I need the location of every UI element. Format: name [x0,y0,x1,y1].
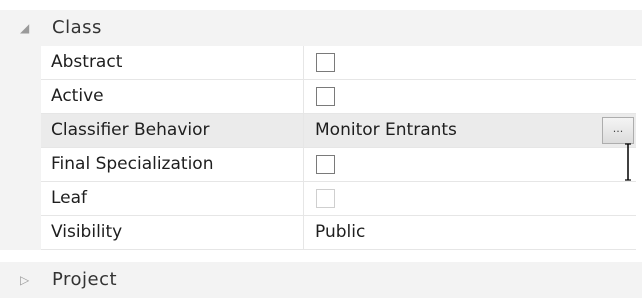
property-value-cell[interactable]: Public [304,216,636,250]
property-name-final-specialization: Final Specialization [51,154,214,174]
property-row-classifier-behavior: Classifier Behavior Monitor Entrants ... [0,114,642,148]
property-name-leaf: Leaf [51,188,88,208]
property-name-active: Active [51,86,104,106]
property-name-cell[interactable]: Abstract [41,46,304,80]
category-class[interactable]: ◢ Class [0,10,642,46]
final-specialization-checkbox[interactable] [316,155,335,174]
property-value-cell[interactable]: Monitor Entrants ... [304,114,636,148]
property-name-cell[interactable]: Final Specialization [41,148,304,182]
row-gutter [0,80,41,114]
property-name-cell[interactable]: Active [41,80,304,114]
classifier-behavior-value[interactable]: Monitor Entrants [315,114,457,147]
property-name-cell[interactable]: Visibility [41,216,304,250]
property-value-cell[interactable] [304,182,636,216]
triangle-expanded-icon[interactable]: ◢ [20,10,29,46]
property-row-visibility: Visibility Public [0,216,642,250]
category-project[interactable]: ▷ Project [0,262,642,298]
browse-button[interactable]: ... [602,117,634,144]
property-row-active: Active [0,80,642,114]
leaf-checkbox [316,189,335,208]
visibility-value[interactable]: Public [315,216,365,249]
abstract-checkbox[interactable] [316,53,335,72]
triangle-collapsed-icon[interactable]: ▷ [20,262,29,298]
property-value-cell[interactable] [304,46,636,80]
active-checkbox[interactable] [316,87,335,106]
property-name-cell[interactable]: Classifier Behavior [41,114,304,148]
property-row-final-specialization: Final Specialization [0,148,642,182]
property-name-abstract: Abstract [51,52,123,72]
property-name-cell[interactable]: Leaf [41,182,304,216]
row-gutter [0,182,41,216]
row-gutter [0,216,41,250]
category-class-label: Class [52,17,102,38]
category-project-label: Project [52,269,118,290]
row-gutter [0,148,41,182]
property-row-leaf: Leaf [0,182,642,216]
row-gutter [0,46,41,80]
property-name-visibility: Visibility [51,222,123,242]
property-value-cell[interactable] [304,148,636,182]
property-row-abstract: Abstract [0,46,642,80]
property-grid: ◢ Class Abstract Active Classifier Behav… [0,0,642,306]
row-gutter [0,114,41,148]
property-name-classifier-behavior: Classifier Behavior [51,120,210,140]
property-value-cell[interactable] [304,80,636,114]
text-cursor-icon [625,143,631,181]
